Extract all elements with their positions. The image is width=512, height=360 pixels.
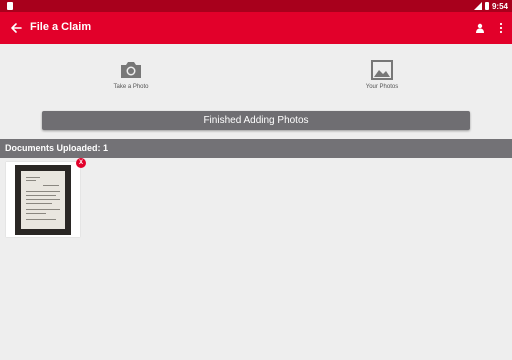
status-time: 9:54: [491, 1, 508, 11]
document-photo: [15, 165, 71, 235]
document-paper: [21, 171, 65, 229]
status-icons: 9:54: [473, 0, 508, 12]
arrow-left-icon: [11, 23, 22, 33]
back-button[interactable]: [6, 18, 26, 38]
profile-button[interactable]: [472, 20, 488, 36]
sd-card-icon: [7, 2, 13, 10]
image-icon: [371, 60, 393, 80]
app-bar: File a Claim: [0, 12, 512, 44]
your-photos-label: Your Photos: [365, 84, 399, 90]
take-photo-button[interactable]: Take a Photo: [71, 60, 191, 105]
finished-adding-photos-button[interactable]: Finished Adding Photos: [42, 111, 470, 130]
signal-icon: [473, 2, 482, 10]
page-title: File a Claim: [30, 21, 92, 33]
battery-icon: [484, 2, 489, 10]
document-thumbnail[interactable]: [6, 162, 80, 237]
person-icon: [476, 23, 484, 33]
take-photo-label: Take a Photo: [113, 84, 149, 90]
overflow-menu-button[interactable]: [494, 20, 508, 36]
remove-document-button[interactable]: X: [76, 158, 86, 168]
your-photos-button[interactable]: Your Photos: [322, 60, 442, 105]
documents-uploaded-header: Documents Uploaded: 1: [0, 139, 512, 158]
camera-icon: [121, 62, 141, 78]
more-vert-icon: [499, 22, 503, 34]
status-bar: 9:54: [0, 0, 512, 12]
